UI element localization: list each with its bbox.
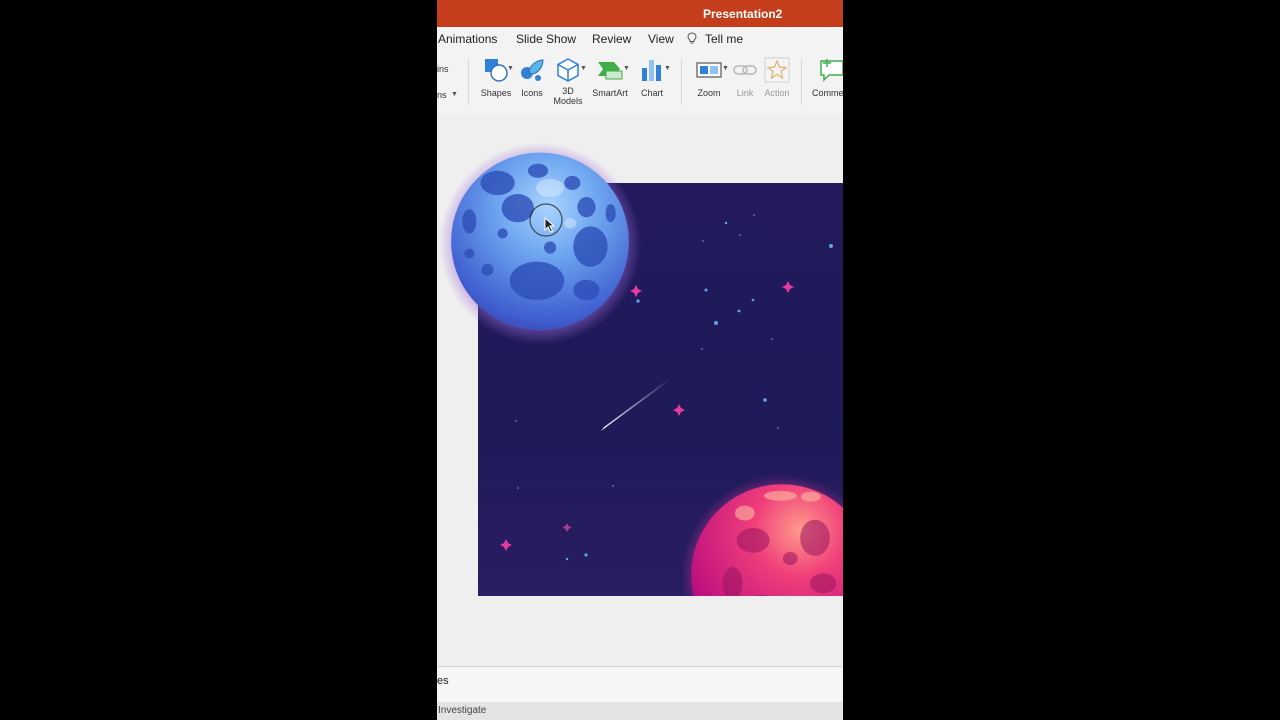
zoom-icon: [696, 62, 722, 78]
chart-button[interactable]: Chart: [635, 57, 669, 98]
shapes-button[interactable]: Shapes: [479, 57, 513, 98]
icons-button[interactable]: Icons: [517, 57, 547, 98]
chevron-down-icon[interactable]: ▼: [507, 65, 514, 72]
tab-review[interactable]: Review: [592, 32, 631, 46]
shapes-icon: [485, 59, 508, 82]
notes-label[interactable]: es: [437, 675, 449, 687]
chevron-down-icon[interactable]: ▼: [580, 65, 587, 72]
slide-editing-area[interactable]: [437, 113, 843, 666]
shooting-star: [601, 378, 670, 431]
chevron-down-icon[interactable]: ▼: [451, 91, 458, 98]
link-icon: [733, 65, 757, 75]
link-label: Link: [736, 88, 754, 98]
action-button[interactable]: Action: [762, 57, 792, 98]
comment-button[interactable]: Comme: [811, 57, 843, 98]
tab-view[interactable]: View: [648, 32, 674, 46]
powerpoint-window: Presentation2 Animations Slide Show Revi…: [437, 0, 843, 720]
ribbon-separator: [681, 59, 682, 105]
tab-slide-show[interactable]: Slide Show: [516, 32, 576, 46]
bar-chart-icon: [642, 60, 661, 81]
comment-label: Comme: [812, 88, 843, 98]
chevron-down-icon[interactable]: ▼: [722, 65, 729, 72]
comment-icon: [820, 59, 843, 82]
star-icon: [764, 57, 790, 83]
ribbon-separator: [468, 59, 469, 105]
zoom-label: Zoom: [697, 88, 721, 98]
tab-animations[interactable]: Animations: [438, 32, 497, 46]
link-button[interactable]: Link: [732, 57, 758, 98]
pink-planet[interactable]: [683, 466, 843, 596]
tell-me-search[interactable]: Tell me: [705, 32, 743, 46]
chevron-down-icon[interactable]: ▼: [623, 65, 630, 72]
ribbon-cut-label-top[interactable]: ins: [437, 64, 449, 74]
chart-label: Chart: [640, 88, 663, 98]
ribbon-toolbar: ins ns ▼ Shapes ▼ Icons 3D Models ▼ Smar…: [437, 51, 843, 114]
3d-models-label-line1: 3D: [562, 86, 574, 96]
smartart-label: SmartArt: [592, 88, 628, 98]
smartart-icon: [598, 62, 623, 80]
smartart-button[interactable]: SmartArt: [590, 57, 630, 98]
ribbon-cut-label-bottom[interactable]: ns: [437, 90, 447, 100]
icons-label: Icons: [521, 88, 543, 98]
action-label: Action: [764, 88, 790, 98]
accessibility-status[interactable]: Investigate: [438, 705, 486, 716]
status-bar: Investigate: [437, 702, 843, 720]
cube-icon: [557, 58, 579, 82]
3d-models-label-line2: Models: [553, 96, 583, 106]
zoom-button[interactable]: Zoom: [691, 57, 727, 98]
ribbon-separator: [801, 59, 802, 105]
shapes-label: Shapes: [480, 88, 512, 98]
blue-planet[interactable]: [439, 141, 641, 346]
mouse-cursor: [529, 203, 563, 237]
icons-icon: [521, 59, 544, 81]
lightbulb-icon: [687, 32, 697, 45]
chevron-down-icon[interactable]: ▼: [664, 65, 671, 72]
window-title: Presentation2: [703, 7, 783, 21]
ribbon-tabs: Animations Slide Show Review View Tell m…: [437, 27, 843, 51]
notes-bar[interactable]: es: [437, 666, 843, 703]
title-bar: Presentation2: [437, 0, 843, 27]
